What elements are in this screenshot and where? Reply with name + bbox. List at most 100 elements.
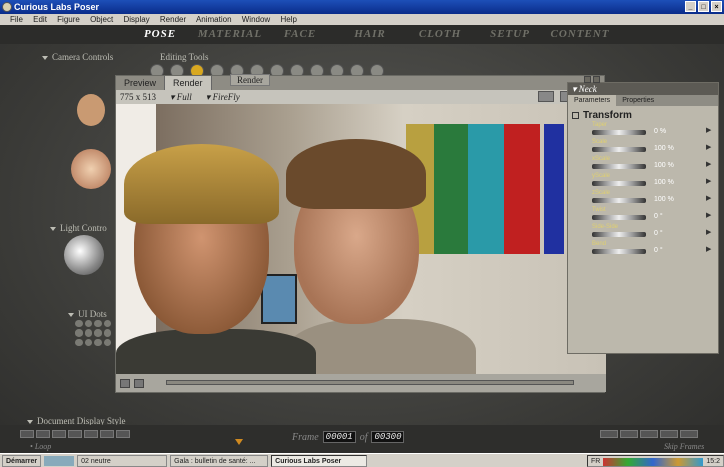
binder-teal	[468, 124, 504, 254]
ui-dot[interactable]	[75, 320, 83, 328]
param-arrow-icon[interactable]: ▶	[706, 143, 711, 151]
go-to-end-icon[interactable]	[100, 430, 114, 438]
menu-edit[interactable]: Edit	[33, 15, 47, 24]
horizontal-scrollbar[interactable]	[166, 380, 574, 385]
tab-hair[interactable]: HAIR	[335, 25, 405, 44]
play-icon[interactable]	[52, 430, 66, 438]
render-canvas[interactable]	[116, 104, 606, 374]
menu-help[interactable]: Help	[280, 15, 296, 24]
tab-pose[interactable]: POSE	[125, 25, 195, 44]
menu-animation[interactable]: Animation	[196, 15, 232, 24]
menu-render[interactable]: Render	[160, 15, 186, 24]
edit-keys-icon[interactable]	[640, 430, 658, 438]
tab-parameters[interactable]: Parameters	[568, 95, 617, 106]
tab-material[interactable]: MATERIAL	[195, 25, 265, 44]
panel-close-icon[interactable]	[593, 76, 600, 83]
go-to-start-icon[interactable]	[20, 430, 34, 438]
prev-key-icon[interactable]	[600, 430, 618, 438]
start-button[interactable]: Démarrer	[2, 454, 42, 467]
panel-minimize-icon[interactable]	[584, 76, 591, 83]
tray-icons[interactable]	[603, 457, 704, 466]
camera-view-icon[interactable]	[134, 378, 144, 388]
ui-dot[interactable]	[94, 329, 102, 337]
maximize-button[interactable]: □	[698, 1, 709, 12]
param-dial[interactable]	[592, 181, 646, 186]
param-dial[interactable]	[592, 198, 646, 203]
param-arrow-icon[interactable]: ▶	[706, 245, 711, 253]
param-dial-row[interactable]: zScale 100 % ▶	[592, 190, 712, 207]
param-dial[interactable]	[592, 232, 646, 237]
param-dial-row[interactable]: Scale 100 % ▶	[592, 139, 712, 156]
param-arrow-icon[interactable]: ▶	[706, 228, 711, 236]
ui-dot[interactable]	[75, 338, 83, 346]
param-arrow-icon[interactable]: ▶	[706, 177, 711, 185]
face-camera-icon[interactable]	[77, 94, 105, 126]
menu-file[interactable]: File	[10, 15, 23, 24]
param-dial-row[interactable]: xScale 100 % ▶	[592, 156, 712, 173]
tab-face[interactable]: FACE	[265, 25, 335, 44]
step-forward-icon[interactable]	[84, 430, 98, 438]
param-dial-row[interactable]: Side-Side 0 ° ▶	[592, 224, 712, 241]
ui-dot[interactable]	[94, 338, 102, 346]
param-arrow-icon[interactable]: ▶	[706, 194, 711, 202]
tab-preview[interactable]: Preview	[116, 76, 166, 90]
param-dial[interactable]	[592, 215, 646, 220]
light-trackball[interactable]	[64, 235, 104, 275]
ui-dot[interactable]	[94, 320, 102, 328]
camera-trackball[interactable]	[71, 149, 111, 189]
param-dial-row[interactable]: Twist 0 ° ▶	[592, 207, 712, 224]
collapse-icon[interactable]	[572, 111, 579, 119]
step-back-icon[interactable]	[68, 430, 82, 438]
menu-display[interactable]: Display	[123, 15, 149, 24]
parameters-tabs: Parameters Properties	[568, 95, 718, 106]
ui-dot[interactable]	[103, 338, 111, 346]
minimize-button[interactable]: _	[685, 1, 696, 12]
tab-render[interactable]: Render	[165, 76, 212, 90]
timeline-scrubber[interactable]	[235, 439, 243, 445]
menu-figure[interactable]: Figure	[57, 15, 80, 24]
tab-cloth[interactable]: CLOTH	[405, 25, 475, 44]
menu-window[interactable]: Window	[242, 15, 270, 24]
param-dial[interactable]	[592, 249, 646, 254]
param-arrow-icon[interactable]: ▶	[706, 160, 711, 168]
actor-selector[interactable]: ▾ Neck	[568, 83, 718, 95]
language-indicator[interactable]: FR	[591, 456, 600, 466]
tab-setup[interactable]: SETUP	[475, 25, 545, 44]
transform-group[interactable]: Transform	[572, 110, 632, 121]
next-key-icon[interactable]	[620, 430, 638, 438]
quick-launch-icons[interactable]	[44, 455, 75, 466]
taskbar-item[interactable]: 02 neutre	[77, 454, 168, 467]
add-key-icon[interactable]	[660, 430, 678, 438]
close-button[interactable]: ×	[711, 1, 722, 12]
display-style-icon[interactable]	[120, 378, 130, 388]
ui-dot[interactable]	[75, 329, 83, 337]
ui-dot[interactable]	[103, 320, 111, 328]
render-settings-icon[interactable]	[538, 91, 554, 102]
renderer-dropdown[interactable]: ▾ FireFly	[206, 90, 240, 104]
param-dial[interactable]	[592, 130, 646, 135]
ui-dot[interactable]	[84, 329, 92, 337]
tab-properties[interactable]: Properties	[616, 95, 660, 106]
taskbar-item[interactable]: Curious Labs Poser	[271, 454, 368, 467]
delete-key-icon[interactable]	[680, 430, 698, 438]
param-dial[interactable]	[592, 147, 646, 152]
ui-dots[interactable]	[75, 320, 111, 346]
current-frame-field[interactable]: 00001	[322, 431, 356, 443]
ui-dot[interactable]	[84, 338, 92, 346]
param-arrow-icon[interactable]: ▶	[706, 211, 711, 219]
loop-toggle-icon[interactable]	[116, 430, 130, 438]
param-dial-row[interactable]: Taper 0 % ▶	[592, 122, 712, 139]
taskbar-item[interactable]: Gala : bulletin de santé: ...	[170, 454, 269, 467]
stop-icon[interactable]	[36, 430, 50, 438]
param-arrow-icon[interactable]: ▶	[706, 126, 711, 134]
ui-dot[interactable]	[84, 320, 92, 328]
render-floating-tab[interactable]: Render	[230, 74, 270, 86]
total-frames-field[interactable]: 00300	[371, 431, 405, 443]
param-dial-row[interactable]: Bend 0 ° ▶	[592, 241, 712, 258]
render-mode-dropdown[interactable]: ▾ Full	[170, 90, 192, 104]
param-dial[interactable]	[592, 164, 646, 169]
param-dial-row[interactable]: yScale 100 % ▶	[592, 173, 712, 190]
ui-dot[interactable]	[103, 329, 111, 337]
menu-object[interactable]: Object	[90, 15, 113, 24]
tab-content[interactable]: CONTENT	[545, 25, 615, 44]
